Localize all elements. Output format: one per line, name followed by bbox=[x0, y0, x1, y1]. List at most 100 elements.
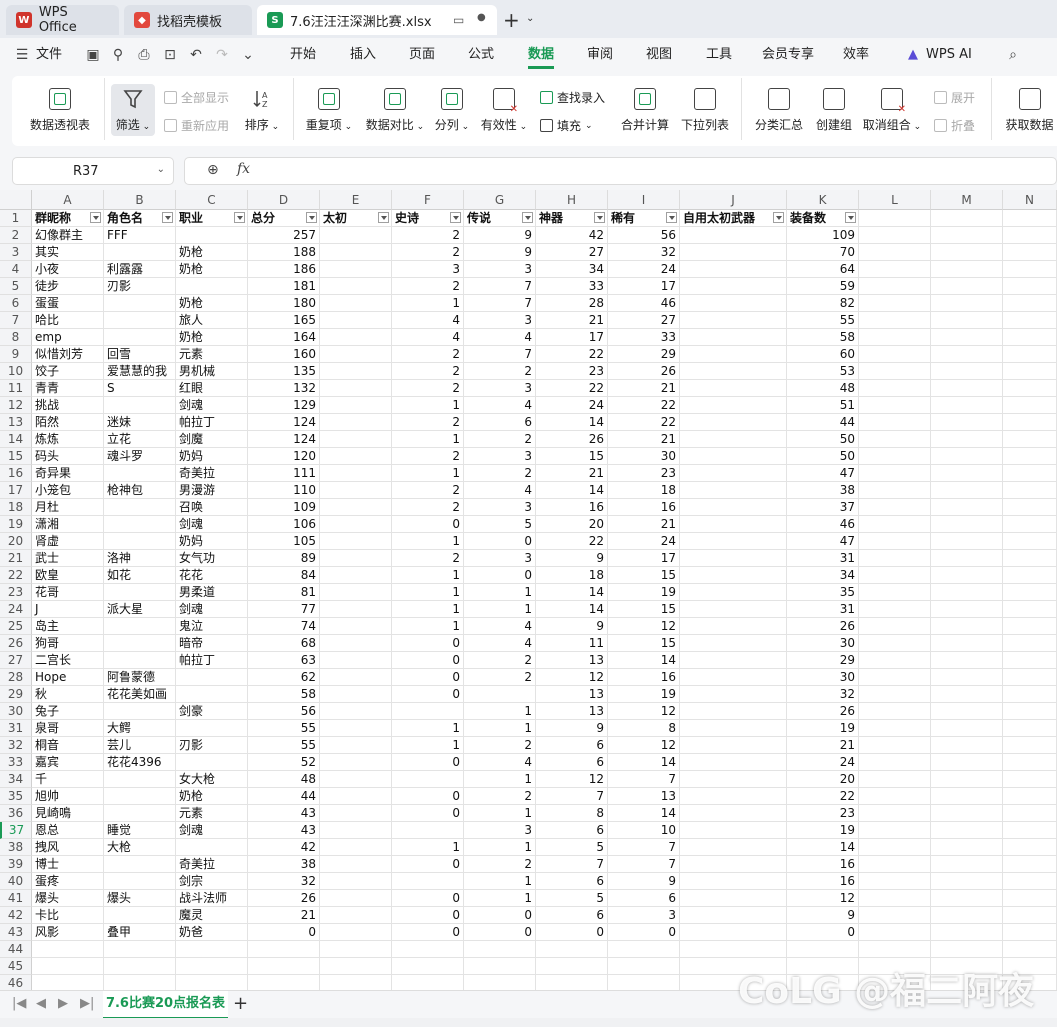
table-cell[interactable]: 21 bbox=[608, 380, 680, 397]
table-cell[interactable]: 14 bbox=[536, 584, 608, 601]
table-cell[interactable]: 奇异果 bbox=[32, 465, 104, 482]
table-cell[interactable] bbox=[680, 465, 787, 482]
table-cell[interactable]: 1 bbox=[464, 805, 536, 822]
table-cell[interactable]: 33 bbox=[608, 329, 680, 346]
row-header-8[interactable]: 8 bbox=[0, 329, 32, 346]
table-cell[interactable]: 枪神包 bbox=[104, 482, 176, 499]
empty-cell[interactable] bbox=[392, 958, 464, 975]
table-cell[interactable]: 0 bbox=[392, 635, 464, 652]
table-cell[interactable]: 55 bbox=[787, 312, 859, 329]
table-cell[interactable]: 奇美拉 bbox=[176, 856, 248, 873]
table-cell[interactable] bbox=[320, 822, 392, 839]
table-cell[interactable]: 129 bbox=[248, 397, 320, 414]
table-cell[interactable]: 派大星 bbox=[104, 601, 176, 618]
table-cell[interactable] bbox=[104, 805, 176, 822]
table-cell[interactable]: 1 bbox=[392, 397, 464, 414]
table-cell[interactable]: 3 bbox=[464, 822, 536, 839]
table-cell[interactable] bbox=[320, 839, 392, 856]
table-cell[interactable]: 9 bbox=[787, 907, 859, 924]
table-cell[interactable]: 16 bbox=[787, 856, 859, 873]
table-cell[interactable]: 20 bbox=[787, 771, 859, 788]
table-cell[interactable]: 35 bbox=[787, 584, 859, 601]
table-cell[interactable]: 奶枪 bbox=[176, 295, 248, 312]
empty-cell[interactable] bbox=[1003, 601, 1057, 618]
table-cell[interactable]: 26 bbox=[787, 703, 859, 720]
table-cell[interactable]: 7 bbox=[536, 856, 608, 873]
table-cell[interactable] bbox=[320, 397, 392, 414]
table-cell[interactable]: 4 bbox=[392, 329, 464, 346]
filter-button[interactable]: 筛选 ⌄ bbox=[111, 84, 155, 136]
tab-wps-office[interactable]: W WPS Office bbox=[6, 5, 119, 35]
empty-cell[interactable] bbox=[104, 958, 176, 975]
table-cell[interactable]: 4 bbox=[464, 397, 536, 414]
empty-cell[interactable] bbox=[931, 873, 1003, 890]
empty-cell[interactable] bbox=[859, 533, 931, 550]
table-cell[interactable]: 14 bbox=[787, 839, 859, 856]
table-cell[interactable] bbox=[392, 822, 464, 839]
row-header-31[interactable]: 31 bbox=[0, 720, 32, 737]
table-cell[interactable]: 2 bbox=[392, 550, 464, 567]
table-cell[interactable]: 花花美如画 bbox=[104, 686, 176, 703]
row-header-43[interactable]: 43 bbox=[0, 924, 32, 941]
table-cell[interactable]: 30 bbox=[787, 669, 859, 686]
empty-cell[interactable] bbox=[859, 720, 931, 737]
table-cell[interactable]: 2 bbox=[464, 788, 536, 805]
table-cell[interactable]: 24 bbox=[536, 397, 608, 414]
table-cell[interactable]: 24 bbox=[608, 261, 680, 278]
table-cell[interactable] bbox=[320, 499, 392, 516]
fill-button[interactable]: 填充 ⌄ bbox=[540, 117, 593, 134]
table-cell[interactable]: 見崎鳴 bbox=[32, 805, 104, 822]
table-cell[interactable]: 58 bbox=[787, 329, 859, 346]
empty-cell[interactable] bbox=[931, 295, 1003, 312]
table-cell[interactable]: 13 bbox=[536, 703, 608, 720]
table-cell[interactable]: 奶枪 bbox=[176, 244, 248, 261]
empty-cell[interactable] bbox=[859, 499, 931, 516]
table-cell[interactable] bbox=[680, 363, 787, 380]
row-header-12[interactable]: 12 bbox=[0, 397, 32, 414]
more-chevron-icon[interactable]: ⌄ bbox=[240, 47, 256, 63]
empty-cell[interactable] bbox=[859, 601, 931, 618]
empty-cell[interactable] bbox=[680, 941, 787, 958]
table-cell[interactable]: 18 bbox=[536, 567, 608, 584]
table-cell[interactable]: 鬼泣 bbox=[176, 618, 248, 635]
table-cell[interactable]: 15 bbox=[608, 635, 680, 652]
table-cell[interactable]: 17 bbox=[608, 550, 680, 567]
row-header-34[interactable]: 34 bbox=[0, 771, 32, 788]
zoom-icon[interactable]: ⊕ bbox=[207, 162, 219, 178]
table-cell[interactable]: 16 bbox=[787, 873, 859, 890]
table-cell[interactable]: 1 bbox=[392, 720, 464, 737]
table-cell[interactable] bbox=[464, 686, 536, 703]
empty-cell[interactable] bbox=[931, 312, 1003, 329]
table-cell[interactable]: 1 bbox=[464, 703, 536, 720]
table-cell[interactable]: 32 bbox=[787, 686, 859, 703]
empty-cell[interactable] bbox=[1003, 720, 1057, 737]
column-header-l[interactable]: L bbox=[859, 190, 931, 210]
table-cell[interactable]: 蛋蛋 bbox=[32, 295, 104, 312]
table-cell[interactable] bbox=[104, 584, 176, 601]
table-cell[interactable]: 56 bbox=[248, 703, 320, 720]
table-cell[interactable] bbox=[680, 703, 787, 720]
table-cell[interactable]: 257 bbox=[248, 227, 320, 244]
table-cell[interactable]: 肾虚 bbox=[32, 533, 104, 550]
empty-cell[interactable] bbox=[1003, 210, 1057, 227]
table-cell[interactable]: 狗哥 bbox=[32, 635, 104, 652]
column-header-e[interactable]: E bbox=[320, 190, 392, 210]
column-header-d[interactable]: D bbox=[248, 190, 320, 210]
empty-cell[interactable] bbox=[931, 822, 1003, 839]
table-cell[interactable] bbox=[104, 397, 176, 414]
table-cell[interactable]: 0 bbox=[464, 567, 536, 584]
empty-cell[interactable] bbox=[1003, 924, 1057, 941]
table-cell[interactable]: 181 bbox=[248, 278, 320, 295]
header-cell[interactable]: 群昵称 bbox=[32, 210, 104, 227]
table-cell[interactable]: 6 bbox=[536, 822, 608, 839]
header-cell[interactable]: 传说 bbox=[464, 210, 536, 227]
table-cell[interactable]: 3 bbox=[464, 550, 536, 567]
table-cell[interactable]: FFF bbox=[104, 227, 176, 244]
table-cell[interactable]: 14 bbox=[536, 414, 608, 431]
column-header-j[interactable]: J bbox=[680, 190, 787, 210]
empty-cell[interactable] bbox=[859, 771, 931, 788]
empty-cell[interactable] bbox=[859, 448, 931, 465]
duplicates-button[interactable]: 重复项 ⌄ bbox=[303, 88, 355, 133]
table-cell[interactable] bbox=[320, 703, 392, 720]
table-cell[interactable]: 132 bbox=[248, 380, 320, 397]
